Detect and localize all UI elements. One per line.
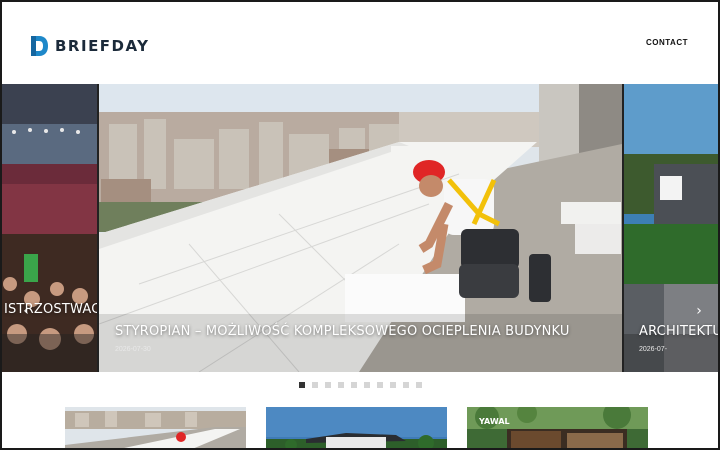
slider-dot[interactable] (377, 382, 383, 388)
logo-d-icon (29, 35, 49, 57)
slide-current-date: 2026-07-30 (115, 346, 151, 353)
slider-dot[interactable] (351, 382, 357, 388)
stadium-image (2, 84, 97, 372)
slider-dot[interactable] (325, 382, 331, 388)
brand-name: BRIEFDAY (55, 37, 150, 55)
article-thumb-3[interactable]: YAWAL (467, 407, 648, 448)
site-logo[interactable]: BRIEFDAY (29, 26, 161, 66)
site-header: BRIEFDAY CONTACT (2, 2, 718, 84)
chevron-left-icon: ‹ (23, 303, 29, 319)
thumb-house-image (266, 407, 447, 448)
slider-dot[interactable] (364, 382, 370, 388)
page-frame: BRIEFDAY CONTACT ISTRZOSTWA STYROPIAN – … (0, 0, 720, 450)
slide-prev[interactable]: ISTRZOSTWACH (2, 84, 97, 372)
hero-slider: ISTRZOSTWACH (2, 84, 718, 372)
slider-dot[interactable] (416, 382, 422, 388)
slide-current[interactable]: STYROPIAN – MOŻLIWOŚĆ KOMPLEKSOWEGO OCIE… (99, 84, 622, 372)
nav-contact-link[interactable]: CONTACT (646, 38, 688, 47)
slide-next[interactable]: ARCHITEKTURA 2026-07- (624, 84, 718, 372)
slide-current-title[interactable]: STYROPIAN – MOŻLIWOŚĆ KOMPLEKSOWEGO OCIE… (115, 324, 570, 339)
article-thumb-2[interactable] (266, 407, 447, 448)
slider-dot[interactable] (299, 382, 305, 388)
thumb-3-brand-label: YAWAL (479, 417, 510, 426)
slider-dot[interactable] (312, 382, 318, 388)
slider-dot[interactable] (403, 382, 409, 388)
slider-dot[interactable] (338, 382, 344, 388)
slide-next-date: 2026-07- (639, 346, 668, 353)
slider-dot[interactable] (390, 382, 396, 388)
article-thumb-1[interactable] (65, 407, 246, 448)
slider-prev-button[interactable]: ‹ (16, 301, 36, 321)
thumb-rooftop-image (65, 407, 246, 448)
slide-next-title: ARCHITEKTURA (639, 324, 718, 339)
slider-pagination (299, 382, 422, 388)
chevron-right-icon: › (696, 303, 702, 319)
slider-next-button[interactable]: › (689, 301, 709, 321)
thumb-pergola-image (467, 407, 648, 448)
